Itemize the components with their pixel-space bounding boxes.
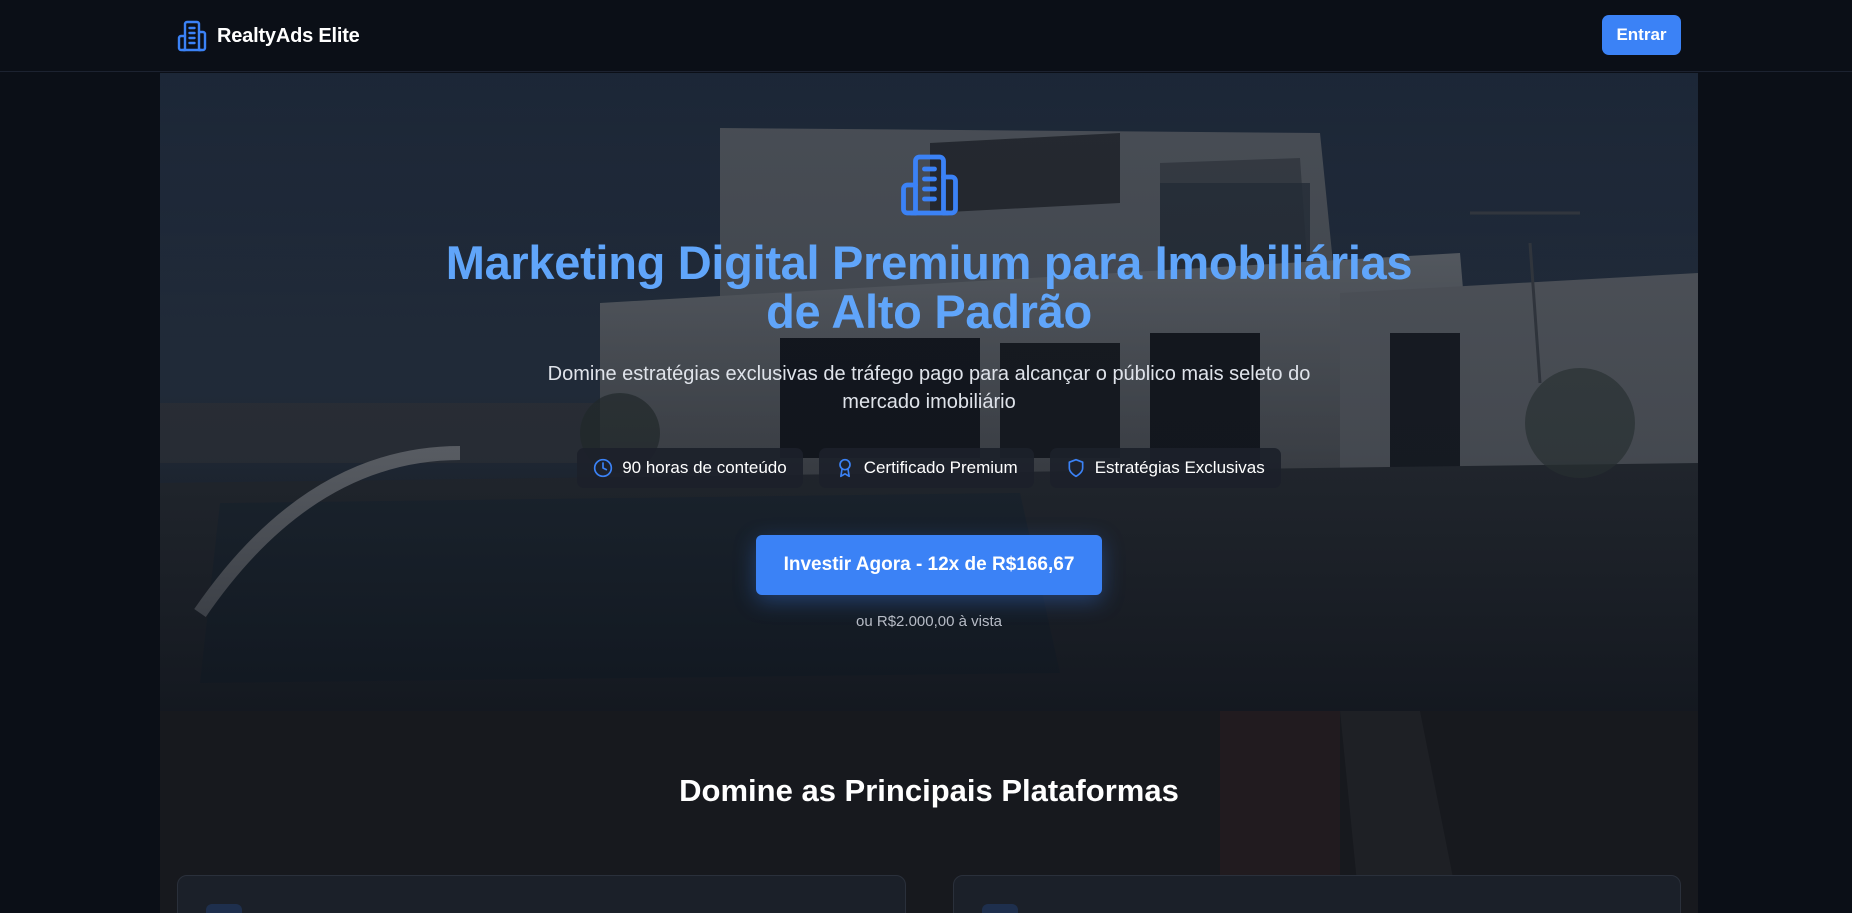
price-note: ou R$2.000,00 à vista — [856, 613, 1002, 630]
shield-icon — [1068, 458, 1084, 478]
brand-name: RealtyAds Elite — [217, 24, 360, 47]
feature-badges: 90 horas de conteúdo Certificado Premium… — [160, 448, 1698, 488]
platform-icon — [982, 904, 1018, 913]
platform-card[interactable] — [177, 875, 906, 913]
platforms-section: Domine as Principais Plataformas — [160, 711, 1698, 913]
hero-title: Marketing Digital Premium para Imobiliár… — [445, 236, 1413, 338]
platforms-title: Domine as Principais Plataformas — [679, 773, 1179, 808]
feature-label: Certificado Premium — [863, 458, 1018, 477]
feature-badge-content-hours: 90 horas de conteúdo — [577, 448, 803, 488]
invest-now-button[interactable]: Investir Agora - 12x de R$166,67 — [756, 535, 1102, 595]
building-icon — [177, 20, 207, 52]
clock-icon — [594, 458, 613, 478]
top-navbar: RealtyAds Elite Entrar — [0, 0, 1852, 72]
brand-logo[interactable]: RealtyAds Elite — [177, 19, 360, 53]
platform-icon — [206, 904, 242, 913]
hero-subtitle: Domine estratégias exclusivas de tráfego… — [547, 363, 1311, 413]
platform-card[interactable] — [953, 875, 1681, 913]
award-icon — [838, 458, 851, 478]
feature-label: Estratégias Exclusivas — [1094, 458, 1265, 477]
building-icon — [901, 154, 958, 216]
hero-content: Marketing Digital Premium para Imobiliár… — [160, 73, 1698, 711]
feature-label: 90 horas de conteúdo — [622, 458, 787, 477]
feature-badge-certificate: Certificado Premium — [818, 448, 1034, 488]
hero-section: Marketing Digital Premium para Imobiliár… — [160, 73, 1698, 711]
feature-badge-strategies: Estratégias Exclusivas — [1049, 448, 1281, 488]
login-button[interactable]: Entrar — [1602, 15, 1681, 55]
